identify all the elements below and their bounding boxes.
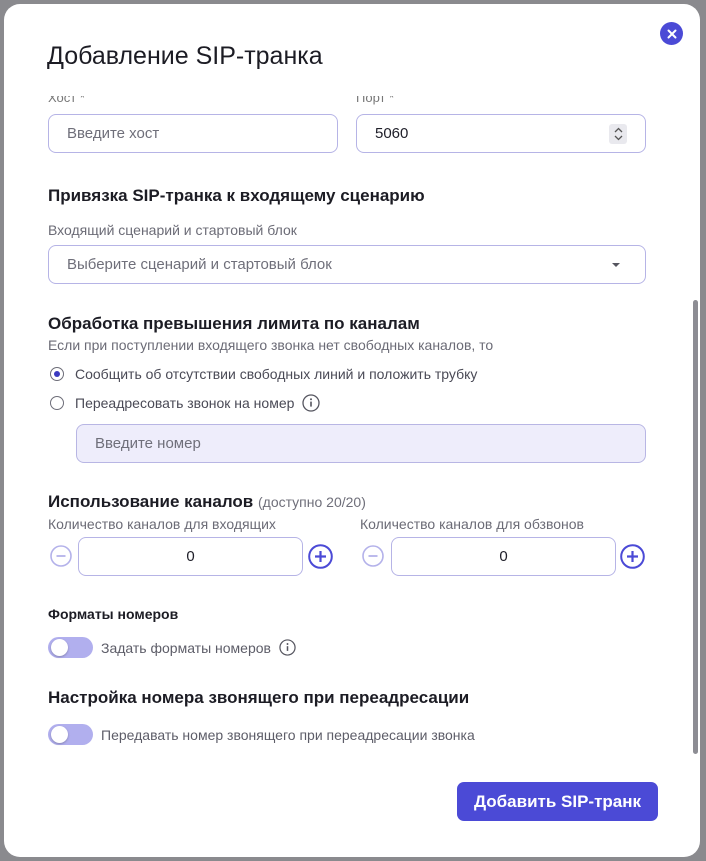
radio-hangup-label: Сообщить об отсутствии свободных линий и… — [75, 366, 478, 382]
scenario-placeholder: Выберите сценарий и стартовый блок — [67, 256, 332, 273]
outbound-channels-value: 0 — [499, 548, 508, 565]
radio-selected-dot — [54, 371, 60, 377]
overflow-section-title: Обработка превышения лимита по каналам — [48, 314, 420, 333]
radio-forward-control[interactable] — [50, 396, 64, 410]
chevron-down-icon — [614, 135, 622, 141]
outbound-channels-label: Количество каналов для обзвонов — [360, 516, 584, 532]
forward-number-placeholder: Введите номер — [95, 435, 201, 452]
plus-icon — [308, 544, 333, 569]
info-icon[interactable] — [302, 394, 321, 412]
incoming-channels-value: 0 — [186, 548, 195, 565]
overflow-description: Если при поступлении входящего звонка не… — [48, 337, 494, 353]
incoming-decrement-button[interactable] — [50, 545, 72, 567]
binding-section-title: Привязка SIP-транка к входящему сценарию — [48, 186, 425, 205]
caller-id-toggle-label: Передавать номер звонящего при переадрес… — [101, 726, 475, 743]
formats-toggle[interactable] — [48, 637, 93, 658]
caller-id-toggle[interactable] — [48, 724, 93, 745]
chevron-up-icon — [614, 127, 622, 133]
radio-forward[interactable]: Переадресовать звонок на номер — [50, 394, 321, 412]
add-sip-trunk-button[interactable]: Добавить SIP-транк — [457, 782, 658, 821]
scenario-label: Входящий сценарий и стартовый блок — [48, 222, 297, 238]
scenario-select[interactable]: Выберите сценарий и стартовый блок — [48, 245, 646, 284]
caller-id-section-title: Настройка номера звонящего при переадрес… — [48, 688, 470, 707]
form-scroll-area[interactable]: Хост * Введите хост Порт * 5060 Привязка… — [4, 96, 700, 772]
host-input[interactable]: Введите хост — [48, 114, 338, 153]
channels-title-text: Использование каналов — [48, 492, 254, 511]
port-label: Порт * — [356, 96, 395, 105]
port-input[interactable]: 5060 — [356, 114, 646, 153]
radio-hangup-control[interactable] — [50, 367, 64, 381]
host-placeholder: Введите хост — [67, 125, 160, 142]
minus-icon — [362, 545, 384, 567]
modal-title: Добавление SIP-транка — [47, 42, 323, 70]
close-button[interactable] — [660, 22, 683, 45]
channels-availability: (доступно 20/20) — [257, 494, 366, 510]
port-stepper[interactable] — [609, 124, 627, 144]
host-label: Хост * — [48, 96, 85, 105]
radio-hangup[interactable]: Сообщить об отсутствии свободных линий и… — [50, 366, 477, 382]
channels-section-title: Использование каналов (доступно 20/20) — [48, 492, 366, 512]
toggle-knob — [51, 639, 68, 656]
incoming-channels-input[interactable]: 0 — [78, 537, 303, 576]
add-sip-trunk-modal: Добавление SIP-транка Хост * Введите хос… — [4, 4, 700, 857]
incoming-channels-label: Количество каналов для входящих — [48, 516, 276, 532]
caller-id-toggle-row[interactable]: Передавать номер звонящего при переадрес… — [48, 724, 475, 745]
formats-section-title: Форматы номеров — [48, 606, 179, 622]
minus-icon — [50, 545, 72, 567]
formats-toggle-label: Задать форматы номеров — [101, 639, 271, 656]
outbound-channels-input[interactable]: 0 — [391, 537, 616, 576]
incoming-increment-button[interactable] — [308, 544, 333, 569]
port-value: 5060 — [375, 125, 409, 142]
formats-toggle-row[interactable]: Задать форматы номеров — [48, 637, 296, 658]
forward-number-input[interactable]: Введите номер — [76, 424, 646, 463]
outbound-increment-button[interactable] — [620, 544, 645, 569]
close-icon — [667, 29, 676, 38]
radio-forward-label: Переадресовать звонок на номер — [75, 395, 295, 411]
dropdown-arrow-icon — [612, 263, 620, 267]
info-icon[interactable] — [279, 639, 296, 656]
outbound-decrement-button[interactable] — [362, 545, 384, 567]
plus-icon — [620, 544, 645, 569]
scrollbar-thumb[interactable] — [693, 300, 698, 754]
toggle-knob — [51, 726, 68, 743]
